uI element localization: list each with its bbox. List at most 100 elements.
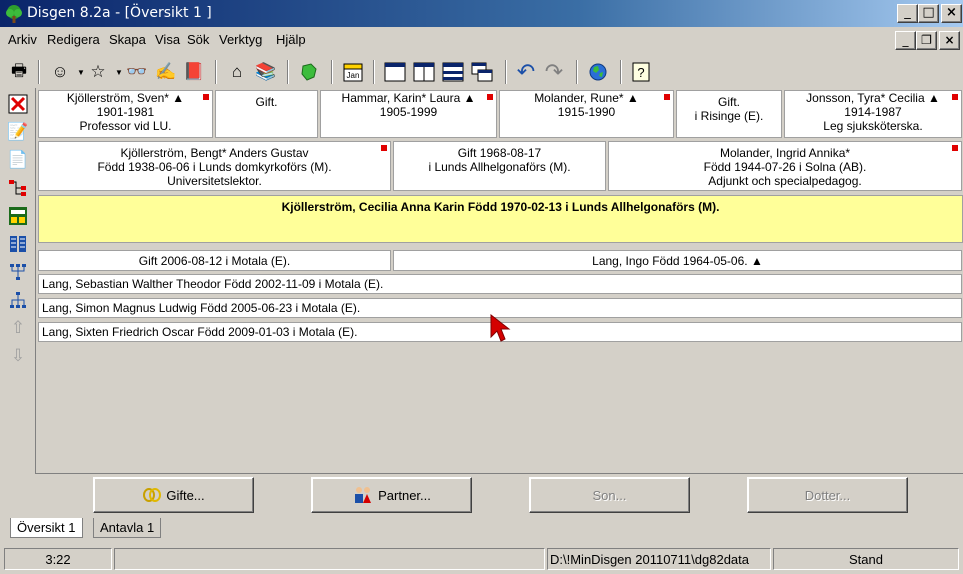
toolbar-separator [620,60,622,84]
person-dates: 1914-1987 [844,105,902,119]
person-name: Kjöllerström, Bengt* Anders Gustav [120,146,309,160]
person-occupation: Universitetslektor. [167,174,262,188]
menu-arkiv[interactable]: Arkiv [8,32,37,47]
delete-icon[interactable] [6,92,30,116]
grandmother-paternal-box[interactable]: Hammar, Karin* Laura ▲ 1905-1999 [320,90,497,138]
family-group-icon[interactable] [6,204,30,228]
books-icon[interactable]: 📚 [253,59,279,85]
move-up-icon[interactable]: ⇧ [6,316,30,340]
marriage-text: Gift 2006-08-12 i Motala (E). [138,254,291,268]
main-person-box[interactable]: Kjöllerström, Cecilia Anna Karin Född 19… [38,195,963,243]
menu-sok[interactable]: Sök [187,32,209,47]
marriage-text: Gift. [255,95,278,109]
dotter-label: Dotter... [804,487,851,503]
calendar-icon[interactable]: Jan [340,59,366,85]
menu-skapa[interactable]: Skapa [109,32,146,47]
person-occupation: Professor vid LU. [79,119,172,133]
grandmother-maternal-box[interactable]: Jonsson, Tyra* Cecilia ▲ 1914-1987 Leg s… [784,90,962,138]
menu-verktyg[interactable]: Verktyg [219,32,262,47]
person-dates: 1901-1981 [96,105,155,119]
mother-box[interactable]: Molander, Ingrid Annika* Född 1944-07-26… [608,141,962,191]
document-icon[interactable]: 📄 [6,148,30,172]
couple-icon [355,487,372,503]
gifte-label: Gifte... [166,487,205,503]
dotter-button[interactable]: Dotter... [747,477,908,513]
help-icon[interactable]: ? [628,59,654,85]
grandfather-paternal-box[interactable]: Kjöllerström, Sven* ▲ 1901-1981 Professo… [38,90,213,138]
ancestors-tree-icon[interactable] [6,260,30,284]
chevron-down-icon[interactable]: ▼ [77,68,85,77]
grandparents-maternal-marriage-box[interactable]: Gift. i Risinge (E). [676,90,782,138]
grandfather-maternal-box[interactable]: Molander, Rune* ▲ 1915-1990 [499,90,674,138]
list-columns-icon[interactable] [6,232,30,256]
grandparents-marriage-box[interactable]: Gift. [215,90,318,138]
book-icon[interactable]: 📕 [181,59,207,85]
svg-text:?: ? [637,65,644,80]
home-icon[interactable]: ⌂ [224,59,250,85]
map-icon[interactable] [296,59,322,85]
main-person-name: Kjöllerström, Cecilia Anna Karin [281,200,465,214]
status-mode: Stand [773,548,959,570]
tab-oversikt-1[interactable]: Översikt 1 [10,518,83,538]
mdi-minimize-button[interactable]: _ [895,31,916,50]
marriage-text: Gift. [717,95,740,109]
layout-rows-icon[interactable] [440,59,466,85]
partner-button[interactable]: Partner... [311,477,472,513]
hand-note-icon[interactable]: ✍ [153,59,179,85]
mdi-restore-button[interactable]: ❐ [916,31,937,50]
menu-visa[interactable]: Visa [155,32,180,47]
person-birth: Född 1938-06-06 i Lunds domkyrkoförs (M)… [97,160,332,174]
source-flag-icon [203,94,209,100]
tree-chart-icon[interactable] [6,176,30,200]
child-row[interactable]: Lang, Sebastian Walther Theodor Född 200… [38,274,962,294]
move-down-icon[interactable]: ⇩ [6,344,30,368]
partner-box[interactable]: Lang, Ingo Född 1964-05-06. ▲ [393,250,962,271]
person-icon[interactable]: ☺ [47,59,73,85]
gifte-button[interactable]: Gifte... [93,477,254,513]
layout-cascade-icon[interactable] [469,59,495,85]
marriage-text: Gift 1968-08-17 [457,146,542,160]
calendar-label: Jan [347,71,360,80]
chevron-down-icon[interactable]: ▼ [115,68,123,77]
binoculars-icon[interactable]: 👓 [124,59,150,85]
son-button[interactable]: Son... [529,477,690,513]
tree-app-icon [6,5,22,23]
menu-redigera[interactable]: Redigera [47,32,100,47]
marriage-box[interactable]: Gift 2006-08-12 i Motala (E). [38,250,391,271]
partner-name: Lang, Ingo Född 1964-05-06. ▲ [592,254,763,268]
mdi-close-button[interactable]: × [939,31,960,50]
toolbar-separator [215,60,217,84]
print-icon[interactable]: 🖶 [6,59,32,85]
maximize-button[interactable]: □ [918,4,939,23]
minimize-button[interactable]: _ [897,4,918,23]
person-dates: 1905-1999 [379,105,438,119]
descendants-tree-icon[interactable] [6,288,30,312]
tab-antavla-1[interactable]: Antavla 1 [93,518,162,538]
person-dates: 1915-1990 [557,105,616,119]
layout-single-icon[interactable] [382,59,408,85]
globe-icon[interactable] [585,59,611,85]
close-button[interactable]: × [941,4,962,23]
title-bar[interactable]: Disgen 8.2a - [Översikt 1 ] _ □ × [0,0,963,27]
person-name: Molander, Ingrid Annika* [719,146,851,160]
partner-label: Partner... [378,487,431,503]
person-occupation: Leg sjuksköterska. [823,119,923,133]
redo-icon[interactable]: ↷ [541,59,567,85]
mouse-cursor-icon [490,313,511,342]
parents-marriage-box[interactable]: Gift 1968-08-17 i Lunds Allhelgonaförs (… [393,141,606,191]
undo-icon[interactable]: ↶ [513,59,539,85]
marriage-place: i Risinge (E). [694,109,764,123]
source-flag-icon [952,145,958,151]
edit-note-icon[interactable]: 📝 [6,120,30,144]
father-box[interactable]: Kjöllerström, Bengt* Anders Gustav Född … [38,141,391,191]
left-toolbar: 📝 📄 ⇧ ⇩ [0,88,35,473]
window-title: Disgen 8.2a - [Översikt 1 ] [27,5,212,21]
toolbar-separator [287,60,289,84]
status-path: D:\!MinDisgen 20110711\dg82data [547,548,771,570]
toolbar-separator [576,60,578,84]
star-person-icon[interactable]: ☆ [85,59,111,85]
source-flag-icon [381,145,387,151]
layout-columns-icon[interactable] [411,59,437,85]
menu-hjalp[interactable]: Hjälp [276,32,306,47]
status-bar: 3:22 D:\!MinDisgen 20110711\dg82data Sta… [0,546,963,574]
